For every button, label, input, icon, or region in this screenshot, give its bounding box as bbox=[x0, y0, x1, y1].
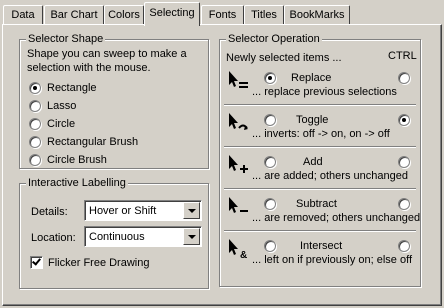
operation-row-toggle: Toggle ... inverts: off -> on, on -> off bbox=[226, 106, 416, 144]
details-label: Details: bbox=[31, 206, 68, 218]
toggle-ctrl-radio[interactable] bbox=[398, 114, 410, 126]
shape-rectangle-radio[interactable] bbox=[29, 82, 41, 94]
subtract-ctrl-radio[interactable] bbox=[398, 198, 410, 210]
shape-circle-brush-radio[interactable] bbox=[29, 154, 41, 166]
interactive-labelling-legend: Interactive Labelling bbox=[26, 176, 128, 190]
shape-rectangular-brush-label[interactable]: Rectangular Brush bbox=[47, 136, 138, 149]
shape-lasso-label[interactable]: Lasso bbox=[47, 100, 76, 113]
flicker-free-checkbox[interactable] bbox=[30, 256, 43, 269]
intersect-normal-radio[interactable] bbox=[264, 240, 276, 252]
toggle-label: Toggle bbox=[296, 114, 329, 126]
intersect-label: Intersect bbox=[300, 240, 343, 252]
operation-row-replace: Replace ... replace previous selections bbox=[226, 64, 416, 102]
replace-ctrl-radio[interactable] bbox=[398, 72, 410, 84]
operation-row-add: Add ... are added; others unchanged bbox=[226, 148, 416, 186]
tab-bookmarks[interactable]: BookMarks bbox=[284, 5, 350, 25]
svg-text:&: & bbox=[240, 250, 247, 260]
add-description: ... are added; others unchanged bbox=[252, 170, 408, 182]
toggle-description: ... inverts: off -> on, on -> off bbox=[252, 128, 390, 140]
tab-colors[interactable]: Colors bbox=[104, 5, 144, 25]
replace-label: Replace bbox=[291, 72, 332, 84]
selector-shape-description-line1: Shape you can sweep to make a bbox=[27, 48, 187, 60]
replace-description: ... replace previous selections bbox=[252, 86, 397, 98]
selector-shape-group: Selector Shape Shape you can sweep to ma… bbox=[19, 32, 209, 169]
shape-rectangle-label[interactable]: Rectangle bbox=[47, 82, 97, 95]
details-select-value: Hover or Shift bbox=[89, 205, 157, 217]
shape-lasso-radio[interactable] bbox=[29, 100, 41, 112]
location-select[interactable]: Continuous bbox=[84, 226, 202, 247]
replace-normal-radio[interactable] bbox=[264, 72, 276, 84]
cursor-replace-icon bbox=[229, 71, 248, 88]
chevron-down-icon[interactable] bbox=[183, 202, 200, 219]
operation-row-intersect: & Intersect ... left on if previously on… bbox=[226, 232, 416, 270]
flicker-free-label[interactable]: Flicker Free Drawing bbox=[48, 257, 149, 270]
intersect-ctrl-radio[interactable] bbox=[398, 240, 410, 252]
selector-shape-description-line2: selection with the mouse. bbox=[27, 62, 151, 74]
tab-data[interactable]: Data bbox=[3, 5, 43, 25]
subtract-description: ... are removed; others unchanged bbox=[252, 212, 421, 224]
selector-operation-legend: Selector Operation bbox=[226, 32, 322, 46]
chevron-down-icon[interactable] bbox=[183, 228, 200, 245]
shape-rectangular-brush-radio[interactable] bbox=[29, 136, 41, 148]
add-label: Add bbox=[303, 156, 323, 168]
subtract-label: Subtract bbox=[296, 198, 337, 210]
tab-fonts[interactable]: Fonts bbox=[201, 5, 244, 25]
toggle-normal-radio[interactable] bbox=[264, 114, 276, 126]
intersect-description: ... left on if previously on; else off bbox=[252, 254, 412, 266]
add-ctrl-radio[interactable] bbox=[398, 156, 410, 168]
tab-strip: Data Bar Chart Colors Selecting Fonts Ti… bbox=[0, 0, 444, 26]
shape-circle-radio[interactable] bbox=[29, 118, 41, 130]
shape-circle-label[interactable]: Circle bbox=[47, 118, 75, 131]
add-normal-radio[interactable] bbox=[264, 156, 276, 168]
ctrl-label: CTRL bbox=[388, 50, 417, 62]
tab-selecting[interactable]: Selecting bbox=[144, 2, 200, 26]
tab-titles[interactable]: Titles bbox=[244, 5, 284, 25]
shape-circle-brush-label[interactable]: Circle Brush bbox=[47, 154, 107, 167]
subtract-normal-radio[interactable] bbox=[264, 198, 276, 210]
operation-row-subtract: Subtract ... are removed; others unchang… bbox=[226, 190, 420, 228]
cursor-toggle-icon bbox=[229, 113, 248, 130]
selecting-panel: Selector Shape Shape you can sweep to ma… bbox=[2, 24, 442, 306]
selector-shape-legend: Selector Shape bbox=[26, 32, 106, 46]
cursor-add-icon bbox=[229, 155, 248, 173]
location-select-value: Continuous bbox=[89, 231, 145, 243]
tab-bar-chart[interactable]: Bar Chart bbox=[44, 5, 104, 25]
selector-operation-group: Selector Operation Newly selected items … bbox=[219, 32, 421, 287]
location-label: Location: bbox=[31, 232, 76, 244]
interactive-labelling-group: Interactive Labelling Details: Hover or … bbox=[19, 176, 209, 289]
cursor-subtract-icon bbox=[229, 197, 248, 213]
details-select[interactable]: Hover or Shift bbox=[84, 200, 202, 221]
cursor-intersect-icon: & bbox=[229, 239, 247, 260]
